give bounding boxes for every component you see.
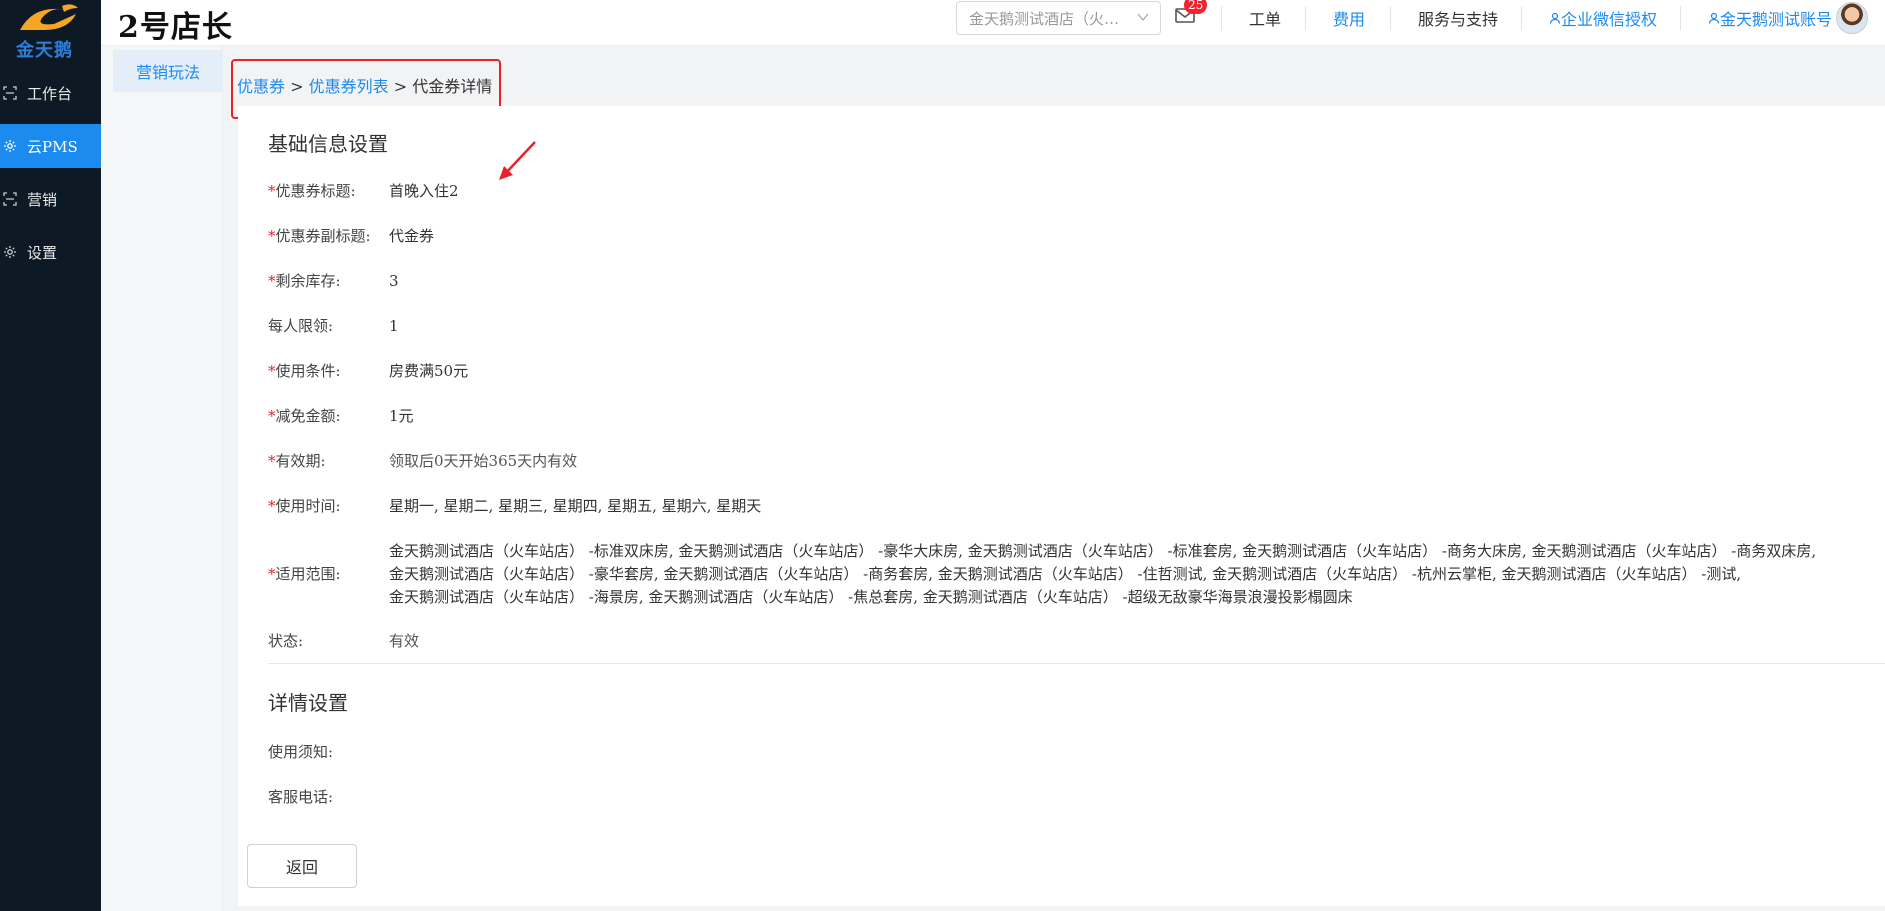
required-mark: * (268, 227, 276, 245)
section-divider (268, 663, 1885, 664)
field-value: 领取后0天开始365天内有效 (389, 452, 578, 470)
top-header: 2号店长 金天鹅测试酒店（火… 25 工单 费用 服务与支持 企业微信授权 金天… (101, 0, 1885, 46)
field-value: 有效 (389, 632, 420, 650)
sidebar-item-marketing[interactable]: 营销 (0, 177, 101, 221)
field-label: 优惠券副标题: (275, 227, 371, 245)
required-mark: * (268, 272, 276, 290)
scope-value: 金天鹅测试酒店（火车站店） -标准双床房, 金天鹅测试酒店（火车站店） -豪华大… (389, 540, 1869, 609)
field-value: 1元 (389, 407, 414, 425)
required-mark: * (268, 407, 276, 425)
nav-account-label: 金天鹅测试账号 (1720, 10, 1833, 29)
field-label: 使用时间: (275, 497, 341, 515)
field-value: 房费满50元 (389, 362, 469, 380)
field-label: 使用须知: (268, 743, 334, 761)
required-mark: * (268, 565, 276, 583)
brand-title: 2号店长 (118, 10, 233, 45)
nav-wechat-auth-label: 企业微信授权 (1561, 10, 1658, 29)
sidebar-item-cloud-pms[interactable]: 云PMS (0, 124, 101, 168)
field-label: 适用范围: (275, 565, 341, 583)
field-label: 优惠券标题: (275, 182, 356, 200)
notification-badge: 25 (1184, 0, 1208, 14)
hotel-select[interactable]: 金天鹅测试酒店（火… (956, 1, 1161, 35)
nav-fees[interactable]: 费用 (1333, 0, 1365, 36)
sidebar-item-settings[interactable]: 设置 (0, 230, 101, 274)
chevron-down-icon (1137, 13, 1149, 22)
logo-text: 金天鹅 (16, 40, 73, 61)
sidebar-item-label: 营销 (27, 190, 58, 209)
field-label: 每人限领: (268, 317, 334, 335)
sidebar-item-label: 云PMS (27, 137, 78, 156)
divider (1680, 6, 1681, 30)
field-label: 有效期: (275, 452, 326, 470)
field-label: 状态: (268, 632, 304, 650)
sidebar-item-label: 设置 (27, 243, 58, 262)
scope-line: 金天鹅测试酒店（火车站店） -海景房, 金天鹅测试酒店（火车站店） -焦总套房,… (389, 588, 1353, 606)
nav-service-support[interactable]: 服务与支持 (1418, 0, 1498, 36)
field-value: 星期一, 星期二, 星期三, 星期四, 星期五, 星期六, 星期天 (389, 497, 762, 515)
required-mark: * (268, 452, 276, 470)
required-mark: * (268, 497, 276, 515)
field-label: 使用条件: (275, 362, 341, 380)
user-icon (1708, 12, 1720, 24)
field-label: 减免金额: (275, 407, 341, 425)
sidebar-item-workspace[interactable]: 工作台 (0, 71, 101, 115)
field-value: 代金券 (389, 227, 435, 245)
sidebar-item-label: 工作台 (27, 84, 73, 103)
scope-line: 金天鹅测试酒店（火车站店） -豪华套房, 金天鹅测试酒店（火车站店） -商务套房… (389, 565, 1742, 583)
required-mark: * (268, 182, 276, 200)
field-scope: *适用范围: 金天鹅测试酒店（火车站店） -标准双床房, 金天鹅测试酒店（火车站… (268, 540, 1868, 609)
marketing-icon (3, 192, 17, 206)
field-value: 首晚入住2 (389, 182, 459, 200)
user-icon (1549, 12, 1561, 24)
divider (1305, 6, 1306, 30)
detail-settings-title: 详情设置 (268, 691, 348, 715)
submenu-item-marketing-play[interactable]: 营销玩法 (113, 50, 223, 92)
hotel-select-value: 金天鹅测试酒店（火… (969, 9, 1120, 28)
nav-wechat-auth[interactable]: 企业微信授权 (1549, 0, 1657, 36)
field-value: 1 (389, 317, 399, 335)
nav-account[interactable]: 金天鹅测试账号 (1708, 0, 1832, 36)
divider (1390, 6, 1391, 30)
workspace-icon (3, 86, 17, 100)
divider (1521, 6, 1522, 30)
basic-info-title: 基础信息设置 (268, 132, 388, 156)
main-content: 优惠券 > 优惠券列表 > 代金券详情 基础信息设置 *优惠券标题: 首晚入住2… (223, 46, 1885, 911)
main-sidebar: 金天鹅 工作台 云PMS 营销 设置 (0, 0, 101, 911)
required-mark: * (268, 362, 276, 380)
field-label: 剩余库存: (275, 272, 341, 290)
back-button[interactable]: 返回 (247, 844, 357, 888)
annotation-arrow-icon (499, 141, 536, 180)
gear-icon (3, 245, 17, 259)
field-value: 3 (389, 272, 399, 290)
scope-line: 金天鹅测试酒店（火车站店） -标准双床房, 金天鹅测试酒店（火车站店） -豪华大… (389, 542, 1817, 560)
avatar[interactable] (1836, 2, 1868, 34)
nav-work-order[interactable]: 工单 (1249, 0, 1281, 36)
detail-panel: 基础信息设置 *优惠券标题: 首晚入住2 *优惠券副标题: 代金券 *剩余库存:… (238, 106, 1885, 906)
gear-icon (3, 139, 17, 153)
secondary-menu: 营销玩法 (101, 46, 223, 911)
field-label: 客服电话: (268, 788, 334, 806)
divider (1221, 6, 1222, 30)
